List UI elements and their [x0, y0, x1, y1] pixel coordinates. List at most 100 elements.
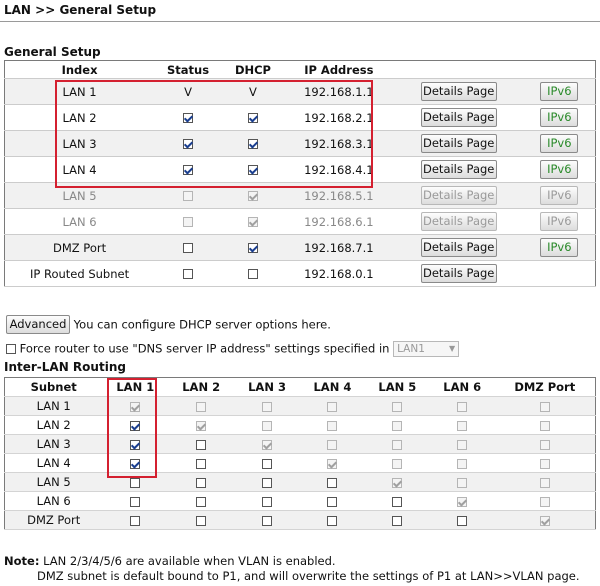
routing-checkbox[interactable]	[196, 401, 207, 412]
routing-checkbox[interactable]	[130, 515, 141, 526]
routing-checkbox[interactable]	[196, 420, 207, 431]
routing-checkbox[interactable]	[196, 515, 207, 526]
routing-checkbox[interactable]	[130, 477, 141, 488]
routing-checkbox[interactable]	[196, 439, 207, 450]
details-page-button[interactable]: Details Page	[420, 212, 497, 231]
details-page-button[interactable]: Details Page	[420, 134, 497, 153]
routing-checkbox[interactable]	[392, 496, 403, 507]
routing-checkbox[interactable]	[327, 496, 338, 507]
status-value: V	[154, 78, 223, 105]
status-checkbox[interactable]	[183, 191, 194, 201]
table-row: LAN 6	[4, 491, 596, 511]
table-row: IP Routed Subnet 192.168.0.1 Details Pag…	[4, 260, 596, 287]
status-checkbox[interactable]	[183, 243, 194, 253]
routing-checkbox[interactable]	[457, 458, 468, 469]
routing-checkbox[interactable]	[262, 496, 273, 507]
row-name: LAN 3	[4, 130, 155, 157]
dhcp-checkbox[interactable]	[247, 191, 258, 201]
status-cell	[154, 104, 223, 131]
routing-checkbox[interactable]	[457, 439, 468, 450]
routing-checkbox[interactable]	[327, 515, 338, 526]
routing-checkbox[interactable]	[392, 439, 403, 450]
status-checkbox[interactable]	[183, 269, 194, 279]
table-row: LAN 2 192.168.2.1 Details Page IPv6	[4, 104, 596, 131]
ipv6-button[interactable]: IPv6	[540, 238, 579, 257]
routing-checkbox[interactable]	[262, 439, 273, 450]
status-checkbox[interactable]	[183, 217, 194, 227]
routing-checkbox[interactable]	[539, 458, 550, 469]
note-text-2: DMZ subnet is default bound to P1, and w…	[37, 569, 580, 583]
status-checkbox[interactable]	[183, 165, 194, 175]
routing-checkbox[interactable]	[457, 496, 468, 507]
routing-checkbox[interactable]	[130, 401, 141, 412]
ipv6-cell: IPv6	[523, 130, 596, 157]
force-dns-checkbox[interactable]	[6, 343, 16, 354]
dhcp-checkbox[interactable]	[247, 269, 258, 279]
routing-checkbox[interactable]	[327, 477, 338, 488]
ipv6-button[interactable]: IPv6	[540, 160, 579, 179]
dhcp-checkbox[interactable]	[247, 217, 258, 227]
routing-checkbox[interactable]	[392, 515, 403, 526]
status-checkbox[interactable]	[183, 139, 194, 149]
details-page-button[interactable]: Details Page	[420, 108, 497, 127]
routing-checkbox[interactable]	[130, 458, 141, 469]
dns-lan-select[interactable]: LAN1 ▼	[393, 340, 460, 357]
ipv6-button[interactable]: IPv6	[540, 186, 579, 205]
subnet-name: DMZ Port	[4, 510, 103, 530]
routing-checkbox[interactable]	[539, 420, 550, 431]
dhcp-checkbox[interactable]	[247, 165, 258, 175]
status-cell	[154, 156, 223, 183]
ipv6-button[interactable]: IPv6	[540, 212, 579, 231]
ipv6-button[interactable]: IPv6	[540, 108, 579, 127]
routing-checkbox[interactable]	[262, 401, 273, 412]
dhcp-checkbox[interactable]	[247, 113, 258, 123]
routing-checkbox[interactable]	[457, 420, 468, 431]
routing-checkbox[interactable]	[262, 458, 273, 469]
routing-checkbox[interactable]	[130, 439, 141, 450]
routing-checkbox[interactable]	[196, 477, 207, 488]
routing-checkbox[interactable]	[327, 420, 338, 431]
table-row: LAN 3 192.168.3.1 Details Page IPv6	[4, 130, 596, 157]
routing-checkbox[interactable]	[327, 401, 338, 412]
routing-checkbox[interactable]	[327, 439, 338, 450]
status-checkbox[interactable]	[183, 113, 194, 123]
routing-checkbox[interactable]	[457, 515, 468, 526]
routing-checkbox[interactable]	[392, 458, 403, 469]
routing-checkbox[interactable]	[130, 496, 141, 507]
dns-lan-select-value: LAN1	[397, 342, 425, 355]
routing-checkbox[interactable]	[262, 477, 273, 488]
dhcp-checkbox[interactable]	[247, 243, 258, 253]
routing-checkbox[interactable]	[196, 496, 207, 507]
details-page-button[interactable]: Details Page	[420, 238, 497, 257]
dhcp-checkbox[interactable]	[247, 139, 258, 149]
routing-checkbox[interactable]	[539, 439, 550, 450]
routing-checkbox[interactable]	[539, 401, 550, 412]
advanced-button[interactable]: Advanced	[6, 315, 70, 334]
routing-checkbox[interactable]	[539, 477, 550, 488]
details-page-button[interactable]: Details Page	[420, 82, 497, 101]
routing-checkbox[interactable]	[539, 515, 550, 526]
routing-checkbox[interactable]	[539, 496, 550, 507]
routing-checkbox[interactable]	[392, 420, 403, 431]
routing-checkbox[interactable]	[457, 401, 468, 412]
routing-checkbox[interactable]	[392, 401, 403, 412]
header-subnet: Subnet	[4, 377, 103, 397]
routing-checkbox[interactable]	[457, 477, 468, 488]
routing-checkbox[interactable]	[262, 420, 273, 431]
routing-checkbox[interactable]	[130, 420, 141, 431]
routing-checkbox[interactable]	[392, 477, 403, 488]
ipv6-cell: IPv6	[523, 182, 596, 209]
row-name: LAN 1	[4, 78, 155, 105]
routing-checkbox[interactable]	[262, 515, 273, 526]
routing-checkbox[interactable]	[327, 458, 338, 469]
ipv6-button[interactable]: IPv6	[540, 82, 579, 101]
details-page-button[interactable]: Details Page	[420, 186, 497, 205]
details-cell: Details Page	[393, 182, 524, 209]
details-page-button[interactable]: Details Page	[420, 264, 497, 283]
table-row: LAN 6 192.168.6.1 Details Page IPv6	[4, 208, 596, 235]
ipv6-cell: IPv6	[523, 104, 596, 131]
routing-checkbox[interactable]	[196, 458, 207, 469]
ipv6-button[interactable]: IPv6	[540, 134, 579, 153]
table-header-row: Index Status DHCP IP Address	[4, 60, 596, 79]
details-page-button[interactable]: Details Page	[420, 160, 497, 179]
